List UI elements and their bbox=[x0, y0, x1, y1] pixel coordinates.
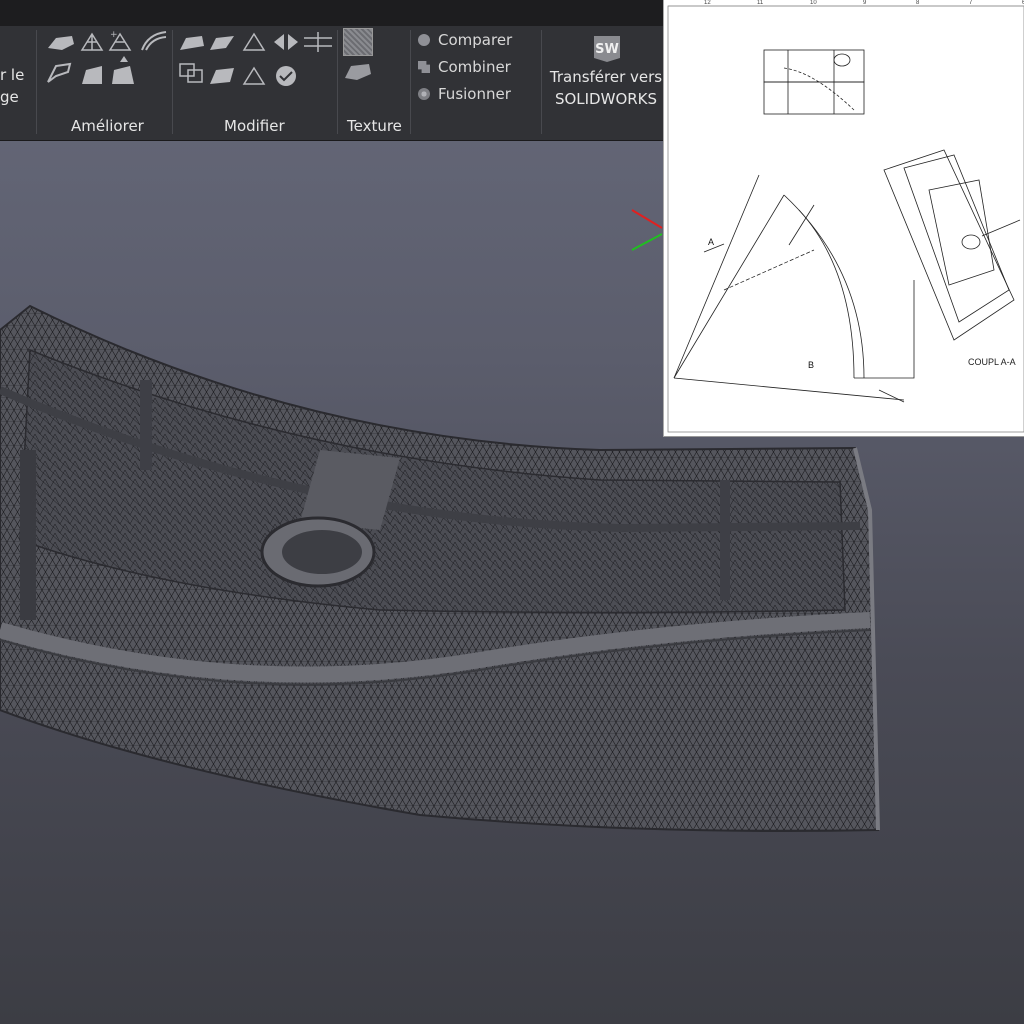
combine-icon bbox=[418, 61, 430, 73]
drawing-ruler-tick: 7 bbox=[969, 0, 973, 6]
group-label-ameliorer: Améliorer bbox=[71, 117, 144, 135]
texture-icon[interactable] bbox=[343, 28, 373, 56]
left-group-label-line2[interactable]: ge bbox=[0, 88, 19, 106]
left-group-label-line1[interactable]: r le bbox=[0, 66, 24, 84]
drawing-ruler-tick: 9 bbox=[863, 0, 867, 6]
compare-icon bbox=[418, 34, 430, 46]
arc-view bbox=[673, 174, 915, 403]
drawing-canvas: A B bbox=[667, 5, 1024, 433]
solidworks-logo-text: SW bbox=[595, 42, 619, 57]
ribbon-divider bbox=[410, 30, 411, 134]
boolean-icon[interactable] bbox=[180, 36, 204, 50]
offset-icon[interactable] bbox=[304, 32, 332, 52]
top-view bbox=[763, 49, 865, 115]
triangle-outline-icon[interactable] bbox=[242, 32, 266, 51]
shell-icon[interactable] bbox=[210, 68, 234, 84]
combine-button[interactable]: Combiner bbox=[418, 56, 511, 78]
extrude-icon[interactable] bbox=[112, 56, 134, 84]
drawing-label-a: A bbox=[708, 237, 714, 247]
combine-label: Combiner bbox=[438, 58, 511, 76]
mesh-left-post bbox=[20, 450, 36, 620]
refine-icon[interactable]: + bbox=[108, 30, 132, 51]
axis-triad bbox=[631, 209, 663, 251]
solidworks-logo-icon: SW bbox=[594, 36, 620, 62]
modifier-icons bbox=[179, 32, 332, 86]
transfer-solidworks-button[interactable]: SW Transférer vers SOLIDWORKS bbox=[548, 30, 664, 112]
svg-text:+: + bbox=[110, 30, 118, 40]
smooth-icon[interactable] bbox=[48, 36, 74, 50]
ribbon-divider bbox=[172, 30, 173, 134]
group-label-modifier: Modifier bbox=[224, 117, 285, 135]
drawing-ruler-tick: 12 bbox=[704, 0, 711, 6]
drawing-ruler-tick: 11 bbox=[757, 0, 764, 6]
merge-button[interactable]: Fusionner bbox=[418, 83, 511, 105]
ribbon-divider bbox=[337, 30, 338, 134]
merge-icon bbox=[418, 88, 430, 100]
ribbon-divider bbox=[541, 30, 542, 134]
drawing-ruler-tick: 10 bbox=[810, 0, 817, 6]
curve-icon[interactable] bbox=[141, 31, 167, 51]
x-axis-line bbox=[631, 209, 663, 229]
align-icon[interactable] bbox=[179, 63, 203, 83]
transfer-label-line2: SOLIDWORKS bbox=[554, 90, 658, 108]
y-axis-line bbox=[631, 233, 663, 251]
check-icon[interactable] bbox=[276, 66, 296, 86]
texture-apply-icon[interactable] bbox=[343, 60, 373, 84]
triangle-small-icon[interactable] bbox=[242, 66, 266, 85]
section-label: COUPL A-A bbox=[968, 357, 1016, 367]
mirror-icon[interactable] bbox=[274, 34, 298, 50]
ribbon-divider bbox=[36, 30, 37, 134]
merge-label: Fusionner bbox=[438, 85, 511, 103]
drawing-ruler-tick: 8 bbox=[916, 0, 920, 6]
drawing-label-b: B bbox=[808, 360, 814, 370]
compare-button[interactable]: Comparer bbox=[418, 29, 512, 51]
section-view bbox=[883, 149, 1021, 341]
engineering-drawing-panel[interactable]: A B COUPL A-A 12 11 10 9 8 7 6 bbox=[663, 0, 1024, 437]
compare-label: Comparer bbox=[438, 31, 513, 49]
transfer-label-line1: Transférer vers bbox=[549, 68, 663, 86]
patch-icon[interactable] bbox=[82, 66, 102, 84]
fill-hole-icon[interactable] bbox=[47, 62, 72, 83]
ameliorer-icons: + bbox=[47, 30, 167, 84]
cut-icon[interactable] bbox=[210, 36, 234, 50]
group-label-texture: Texture bbox=[347, 117, 402, 135]
decimate-icon[interactable] bbox=[80, 32, 104, 51]
